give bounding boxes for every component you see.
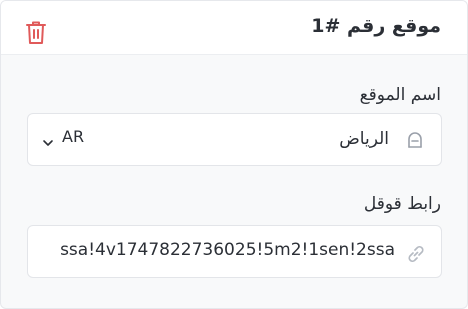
card-title: موقع رقم #1 [311,15,441,37]
location-pin-icon [407,131,423,149]
chevron-down-icon [42,132,54,146]
trash-icon[interactable] [25,20,47,46]
google-link-value: ssa!4v1747822736025!5m2!1sen!2ssa [60,240,395,260]
link-icon [405,243,427,265]
language-value: AR [62,126,85,146]
google-link-label: رابط قوقل [363,194,441,214]
language-select[interactable]: AR [42,124,84,148]
google-link-input[interactable]: ssa!4v1747822736025!5m2!1sen!2ssa [27,225,442,278]
card-header: موقع رقم #1 [1,1,467,55]
location-name-label: اسم الموقع [359,85,441,105]
location-card: موقع رقم #1 اسم الموقع الرياض AR رابط قو… [0,0,468,309]
location-name-value: الرياض [339,129,389,149]
location-name-input[interactable]: الرياض AR [27,113,442,166]
